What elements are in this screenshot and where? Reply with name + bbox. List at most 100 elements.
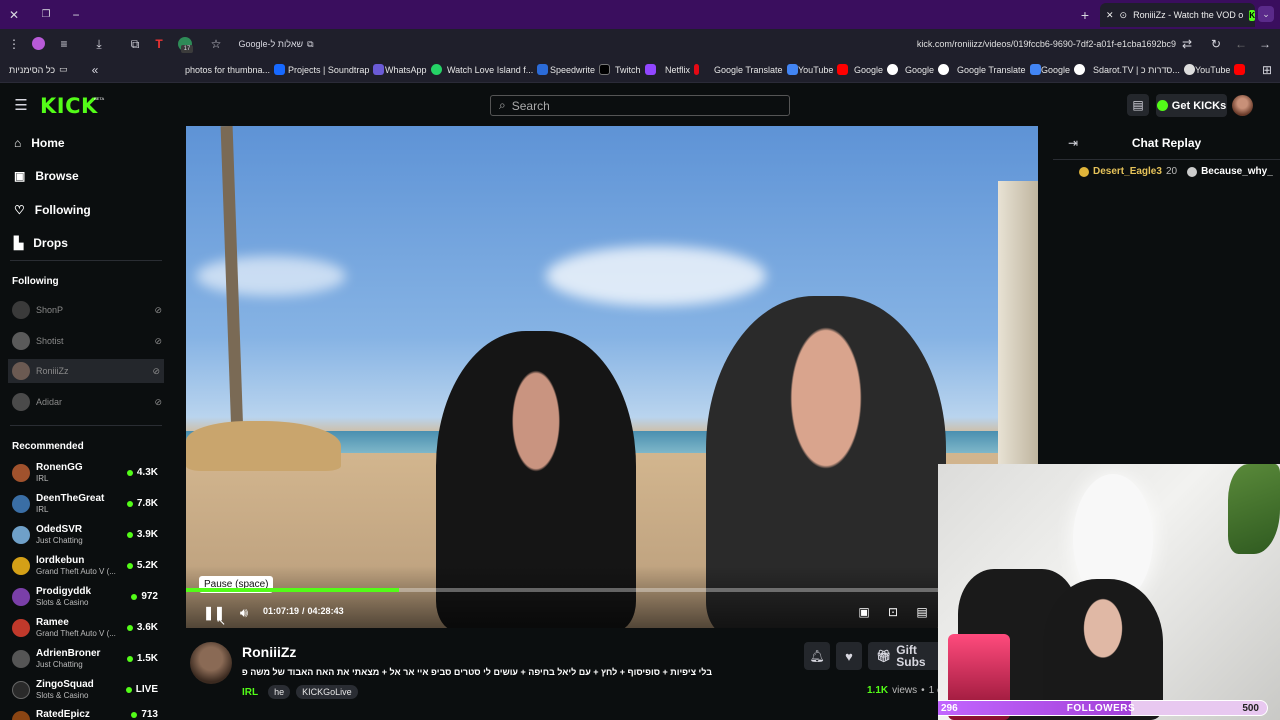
video-clouds bbox=[196, 256, 346, 296]
recommended-item[interactable]: RatedEpicz 713 bbox=[12, 707, 162, 720]
forward-icon[interactable]: ← bbox=[1234, 37, 1248, 51]
hamburger-menu-icon[interactable]: ☰ bbox=[12, 98, 30, 113]
chat-message: Desert_Eagle3 20 Because_why_ bbox=[1079, 166, 1273, 177]
recommended-item[interactable]: AdrienBroner Just Chatting 1.5K bbox=[12, 646, 162, 672]
theatre-mode-icon[interactable]: ⊡ bbox=[885, 604, 901, 620]
viewer-count: 1.5K bbox=[126, 653, 158, 664]
following-name: Adidar bbox=[36, 397, 63, 407]
channel-name: AdrienBroner bbox=[36, 648, 101, 659]
recommended-item[interactable]: ZingoSquad Slots & Casino LIVE bbox=[12, 677, 162, 703]
apps-grid-icon[interactable]: ⊞ bbox=[1260, 63, 1274, 77]
channel-name: lordkebun bbox=[36, 555, 85, 566]
chat-username[interactable]: Desert_Eagle3 bbox=[1093, 166, 1162, 177]
extension-red-icon[interactable]: T bbox=[152, 37, 166, 51]
player-gradient bbox=[186, 566, 1038, 628]
bookmark-9[interactable]: Google bbox=[854, 64, 899, 75]
restore-window-icon[interactable]: ❐ bbox=[38, 7, 54, 23]
bookmark-label: photos for thumbna... bbox=[185, 64, 271, 75]
bookmark-8[interactable]: YouTube bbox=[798, 64, 849, 75]
get-kicks-button[interactable]: Get KICKs bbox=[1156, 94, 1227, 117]
bookmark-star-icon[interactable]: ☆ bbox=[209, 37, 223, 51]
layout-toggle-icon[interactable]: ▤ bbox=[1127, 94, 1149, 116]
following-item[interactable]: Shotist ⊘ bbox=[12, 330, 162, 352]
close-tab-icon[interactable]: ✕ bbox=[1106, 10, 1114, 21]
all-bookmarks[interactable]: כל הסימניות ▭ bbox=[9, 64, 68, 75]
recommended-item[interactable]: RonenGG IRL 4.3K bbox=[12, 460, 162, 486]
minimize-window-icon[interactable]: − bbox=[68, 7, 84, 23]
profile-icon[interactable] bbox=[32, 37, 45, 50]
tag-chip[interactable]: he bbox=[268, 685, 291, 699]
bookmark-label: Google Translate bbox=[957, 64, 1026, 75]
url-text[interactable]: kick.com/roniiizz/videos/019fccb6-9690-7… bbox=[880, 37, 1176, 51]
sidebar-item-following[interactable]: ♡ Following bbox=[14, 203, 91, 217]
recommended-heading: Recommended bbox=[12, 441, 84, 452]
bookmark-6[interactable]: Netflix bbox=[665, 64, 700, 75]
following-item-active[interactable]: RoniiiZz ⊘ bbox=[8, 359, 164, 383]
viewer-count-value: 5.2K bbox=[136, 560, 158, 571]
bookmark-11[interactable]: Google Translate bbox=[957, 64, 1041, 75]
recommended-item[interactable]: DeenTheGreat IRL 7.8K bbox=[12, 491, 162, 517]
avatar bbox=[12, 650, 30, 668]
home-icon: ⌂ bbox=[14, 136, 22, 150]
sidebar-item-browse[interactable]: ▣ Browse bbox=[14, 169, 79, 183]
close-window-icon[interactable]: ✕ bbox=[6, 7, 22, 23]
reload-icon[interactable]: ↻ bbox=[1209, 37, 1223, 51]
volume-icon[interactable]: 🔊︎ bbox=[236, 604, 252, 620]
bookmark-4[interactable]: Speedwrite bbox=[550, 64, 611, 75]
bookmark-2[interactable]: WhatsApp bbox=[385, 64, 442, 75]
search-input[interactable]: ⌕ Search bbox=[490, 95, 790, 116]
clip-icon[interactable]: ▣ bbox=[856, 604, 872, 620]
picture-in-picture-icon[interactable]: ▤ bbox=[914, 604, 930, 620]
views-label: views bbox=[892, 685, 918, 696]
recommended-item[interactable]: OdedSVR Just Chatting 3.9K bbox=[12, 522, 162, 548]
sidebar-item-home[interactable]: ⌂ Home bbox=[14, 136, 65, 150]
download-icon[interactable]: ⤓ bbox=[92, 37, 106, 51]
menu-dots-icon[interactable]: ⋮ bbox=[8, 37, 20, 51]
tab-kick-vod[interactable]: ✕ ⊙ RoniiiZz - Watch the VOD o K bbox=[1100, 3, 1255, 27]
bookmark-3[interactable]: Watch Love Island f... bbox=[447, 64, 549, 75]
recommended-item[interactable]: lordkebun Grand Theft Auto V (... 5.2K bbox=[12, 553, 162, 579]
bookmark-1[interactable]: Projects | Soundtrap bbox=[288, 64, 385, 75]
tune-icon[interactable]: ⇄ bbox=[1180, 37, 1194, 51]
back-icon[interactable]: → bbox=[1258, 37, 1272, 51]
bookmark-12[interactable]: Google bbox=[1041, 64, 1086, 75]
recommended-item[interactable]: Prodigyddk Slots & Casino 972 bbox=[12, 584, 162, 610]
live-dot-icon bbox=[126, 624, 133, 631]
bookmark-7[interactable]: Google Translate bbox=[714, 64, 798, 75]
bookmark-14[interactable]: YouTube bbox=[1195, 64, 1246, 75]
get-kicks-label: Get KICKs bbox=[1171, 99, 1227, 112]
chat-text: 20 bbox=[1165, 166, 1178, 177]
extensions-icon[interactable]: ⧉ bbox=[128, 37, 142, 51]
bookmark-0[interactable]: photos for thumbna... bbox=[185, 64, 286, 75]
video-rocks bbox=[186, 421, 341, 471]
gift-subs-button[interactable]: 🎁︎ Gift Subs bbox=[868, 642, 938, 670]
playlist-extension-icon[interactable]: ≡ bbox=[57, 37, 71, 51]
channel-name[interactable]: RoniiiZz bbox=[242, 644, 296, 660]
mouse-cursor-icon: ↖ bbox=[215, 614, 227, 628]
bookmark-5[interactable]: Twitch bbox=[615, 64, 656, 75]
new-tab-icon[interactable]: + bbox=[1077, 7, 1093, 23]
follow-heart-button[interactable]: ♥ bbox=[836, 642, 862, 670]
bookmark-10[interactable]: Google bbox=[905, 64, 950, 75]
bookmarks-chevron-icon[interactable]: « bbox=[88, 63, 102, 77]
tag-chip[interactable]: KICKGoLive bbox=[296, 685, 358, 699]
tab-search-icon[interactable]: ⌄ bbox=[1258, 6, 1274, 22]
avatar bbox=[12, 495, 30, 513]
google-chip[interactable]: Google-שאלות ל ⧉ bbox=[232, 37, 320, 51]
sidebar-item-drops[interactable]: ▙ Drops bbox=[14, 236, 68, 250]
user-avatar[interactable] bbox=[1232, 95, 1253, 116]
following-item[interactable]: ShonP ⊘ bbox=[12, 299, 162, 321]
kick-logo[interactable]: KICK bbox=[40, 94, 98, 118]
category-link[interactable]: IRL bbox=[242, 687, 258, 698]
video-player[interactable]: Pause (space) ❚❚ ↖ 🔊︎ 01:07:19 / 04:28:4… bbox=[186, 126, 1038, 628]
chat-username[interactable]: Because_why_ bbox=[1201, 166, 1273, 177]
progress-track[interactable] bbox=[186, 588, 1038, 592]
channel-name: ZingoSquad bbox=[36, 679, 94, 690]
kick-logo-beta: BETA bbox=[94, 96, 105, 101]
bookmark-13[interactable]: Sdarot.TV | סדרות כ... bbox=[1093, 64, 1195, 75]
channel-category: IRL bbox=[36, 505, 49, 514]
notification-bell-button[interactable]: 🔔︎ bbox=[804, 642, 830, 670]
following-item[interactable]: Adidar ⊘ bbox=[12, 391, 162, 413]
channel-avatar[interactable] bbox=[190, 642, 232, 684]
recommended-item[interactable]: Ramee Grand Theft Auto V (... 3.6K bbox=[12, 615, 162, 641]
